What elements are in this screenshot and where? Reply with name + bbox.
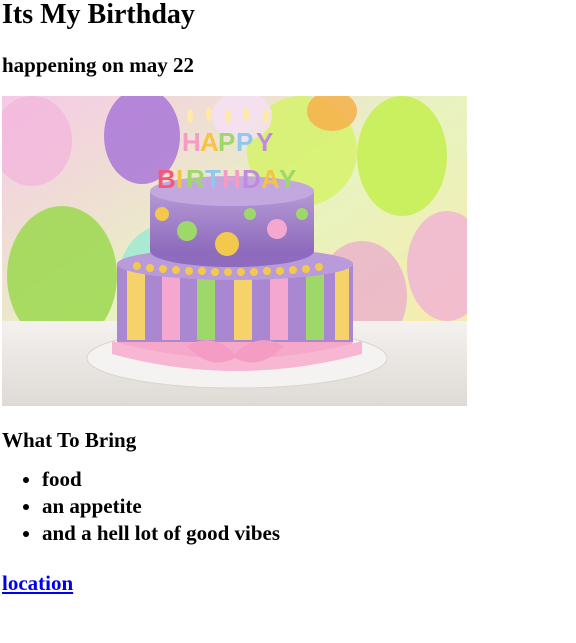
svg-text:P: P [218, 127, 235, 157]
svg-text:T: T [205, 164, 221, 194]
list-item: food [42, 466, 574, 493]
event-date-subtitle: happening on may 22 [2, 53, 194, 77]
list-item: and a hell lot of good vibes [42, 520, 574, 547]
svg-text:I: I [176, 164, 183, 194]
list-item: an appetite [42, 493, 574, 520]
svg-text:H: H [182, 127, 201, 157]
svg-text:B: B [157, 164, 176, 194]
page: Its My Birthday happening on may 22 H A … [0, 0, 576, 595]
svg-text:A: A [200, 127, 219, 157]
what-to-bring-heading: What To Bring [2, 428, 137, 452]
svg-text:P: P [236, 127, 253, 157]
location-link[interactable]: location [2, 571, 73, 595]
svg-text:Y: Y [279, 164, 296, 194]
svg-text:H: H [222, 164, 241, 194]
bring-list: food an appetite and a hell lot of good … [2, 466, 574, 547]
svg-text:Y: Y [256, 127, 273, 157]
birthday-cake-image: H A P P Y B I R T H D A Y [2, 96, 467, 406]
svg-text:R: R [186, 164, 205, 194]
svg-text:D: D [242, 164, 261, 194]
page-title: Its My Birthday [2, 0, 195, 30]
svg-text:A: A [261, 164, 280, 194]
